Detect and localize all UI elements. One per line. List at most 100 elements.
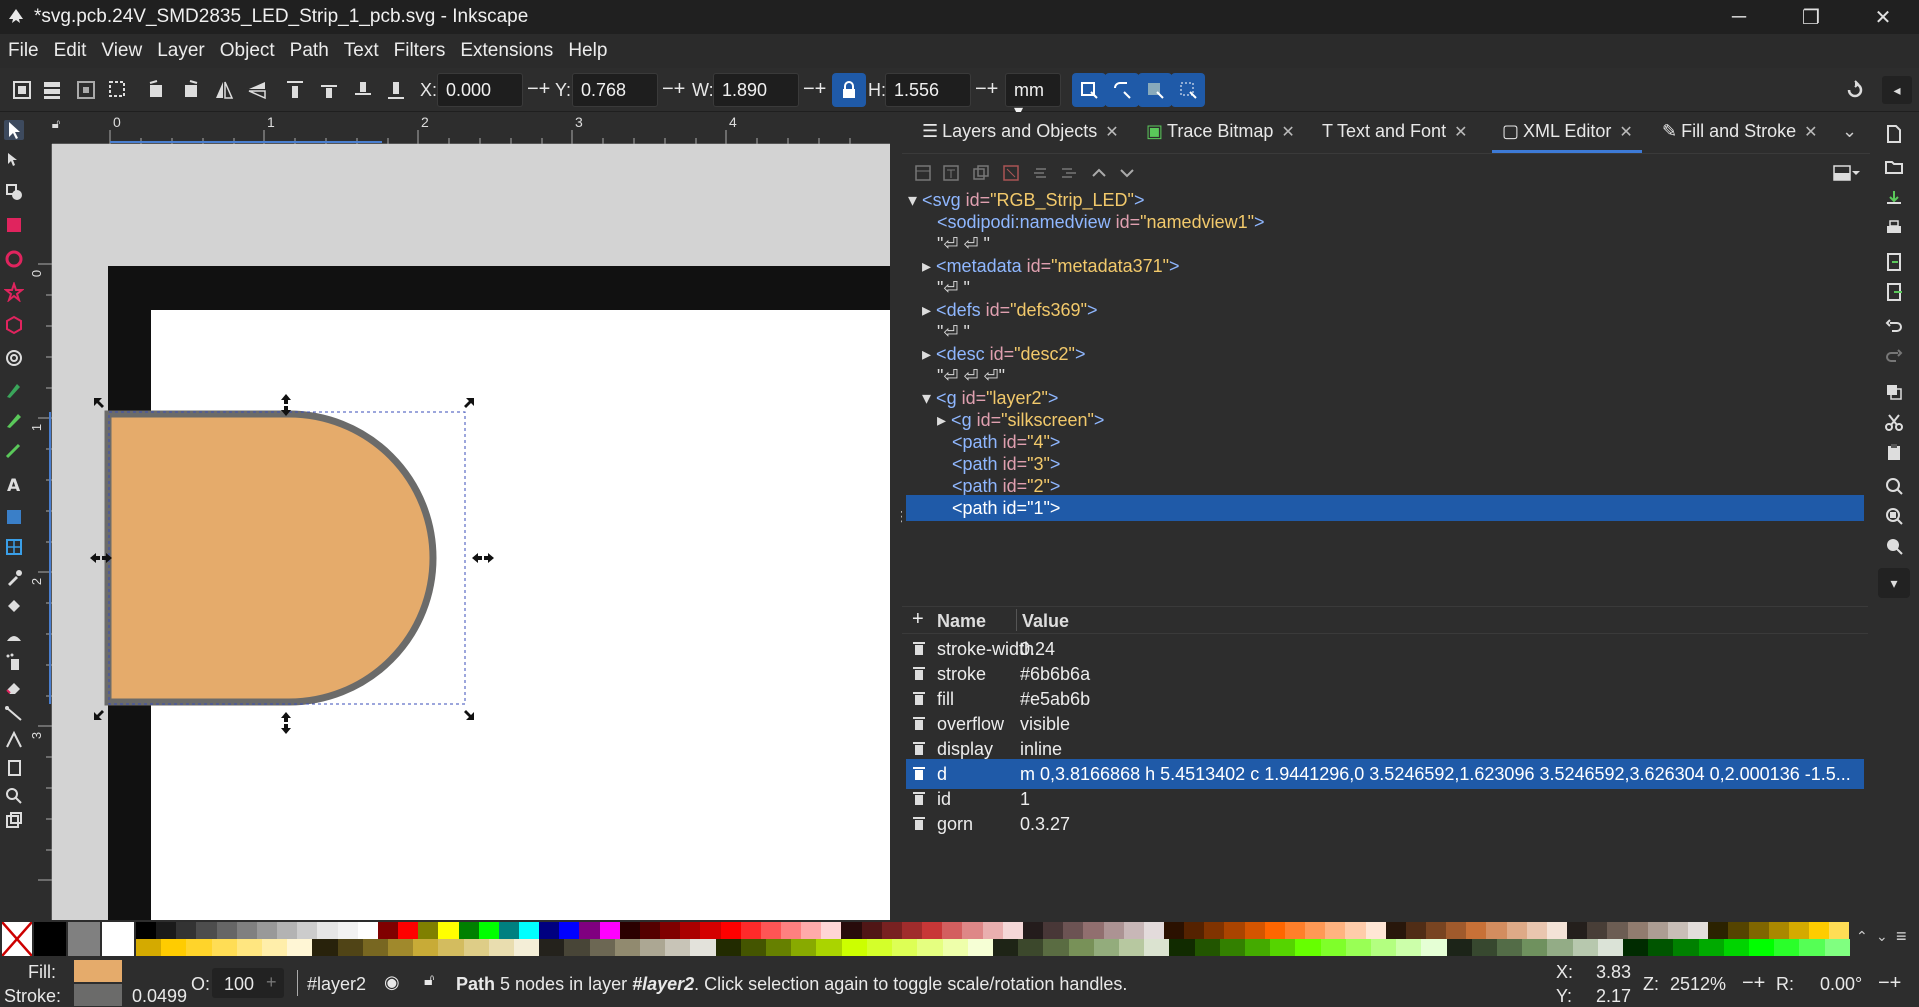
selected-pad-shape[interactable] — [52, 144, 890, 920]
palette-swatch[interactable] — [186, 939, 212, 956]
palette-swatch[interactable] — [438, 939, 464, 956]
palette-swatch[interactable] — [1219, 939, 1245, 956]
palette-swatch[interactable] — [1224, 922, 1245, 939]
palette-swatch[interactable] — [1270, 939, 1296, 956]
palette-swatch[interactable] — [1018, 939, 1044, 956]
tree-node-defs[interactable]: ▸ <defs id="defs369"> — [922, 300, 1097, 321]
stroke-indicator-swatch[interactable] — [74, 984, 122, 1006]
palette-swatch[interactable] — [1788, 922, 1809, 939]
palette-swatch[interactable] — [639, 922, 661, 939]
delete-attribute-icon[interactable] — [912, 665, 926, 681]
close-tab-icon[interactable]: ✕ — [1105, 122, 1118, 142]
palette-swatch[interactable] — [297, 922, 318, 939]
attribute-value[interactable]: m 0,3.8166868 h 5.4513402 c 1.9441296,0 … — [1020, 764, 1856, 785]
canvas-lock-icon[interactable]: 🔓︎ — [42, 110, 70, 138]
palette-swatch[interactable] — [539, 922, 560, 939]
palette-swatch[interactable] — [498, 922, 519, 939]
import-icon[interactable] — [1884, 252, 1904, 272]
zoom-drawing-icon[interactable] — [1884, 506, 1904, 526]
palette-swatch[interactable] — [1345, 939, 1371, 956]
palette-swatch[interactable] — [1466, 922, 1487, 939]
tree-node-path-4[interactable]: <path id="4"> — [952, 432, 1060, 453]
y-stepper[interactable]: −+ — [662, 78, 685, 101]
expand-arrow-icon[interactable]: ▸ — [922, 256, 936, 276]
select-all-layers-icon[interactable] — [40, 78, 64, 102]
palette-swatch[interactable] — [1370, 939, 1397, 956]
layer-lock-icon[interactable]: 🔓︎ — [424, 972, 434, 990]
zoom-value[interactable]: 2512% — [1670, 974, 1726, 995]
new-text-node-icon[interactable] — [942, 164, 960, 182]
palette-swatch[interactable] — [1405, 922, 1426, 939]
palette-swatch[interactable] — [881, 922, 902, 939]
delete-attribute-icon[interactable] — [912, 690, 926, 706]
palette-swatch[interactable] — [418, 922, 439, 939]
menu-filters[interactable]: Filters — [394, 40, 446, 62]
export-icon[interactable] — [1884, 282, 1904, 302]
palette-swatch[interactable] — [1103, 922, 1124, 939]
horizontal-ruler[interactable]: 🔓︎ 0 1 2 3 4 — [52, 112, 890, 144]
tweak-tool-icon[interactable] — [4, 626, 24, 646]
palette-scroll-down-icon[interactable]: ⌄ — [1876, 928, 1888, 945]
zoom-selection-icon[interactable] — [1884, 476, 1904, 496]
palette-swatch[interactable] — [579, 922, 600, 939]
palette-swatch[interactable] — [861, 922, 882, 939]
layout-menu-icon[interactable] — [1832, 164, 1860, 182]
palette-swatch[interactable] — [660, 922, 681, 939]
palette-swatch[interactable] — [866, 939, 893, 956]
selector-tool-icon[interactable] — [4, 120, 24, 140]
tab-text-font[interactable]: T Text and Font ✕ — [1322, 121, 1467, 142]
palette-swatch[interactable] — [1446, 939, 1472, 956]
palette-swatch[interactable] — [1063, 922, 1084, 939]
tree-node-svg[interactable]: ▾ <svg id="RGB_Strip_LED"> — [908, 190, 1144, 211]
tree-node-path-3[interactable]: <path id="3"> — [952, 454, 1060, 475]
palette-swatch[interactable] — [1043, 939, 1069, 956]
palette-swatch[interactable] — [841, 922, 862, 939]
snap-toggle-icon[interactable] — [1843, 78, 1867, 102]
palette-swatch[interactable] — [1320, 939, 1346, 956]
palette-swatch[interactable] — [1587, 922, 1608, 939]
delete-attribute-icon[interactable] — [912, 740, 926, 756]
palette-swatch[interactable] — [1728, 922, 1749, 939]
palette-swatch[interactable] — [211, 939, 237, 956]
palette-swatch[interactable] — [1471, 939, 1497, 956]
palette-swatch[interactable] — [1068, 939, 1094, 956]
delete-attribute-icon[interactable] — [912, 715, 926, 731]
gradient-tool-icon[interactable] — [4, 507, 24, 527]
palette-swatch[interactable] — [1002, 922, 1023, 939]
palette-swatch[interactable] — [715, 939, 741, 956]
palette-swatch[interactable] — [766, 939, 792, 956]
palette-swatch[interactable] — [156, 922, 177, 939]
zoom-tool-icon[interactable] — [4, 786, 24, 806]
menu-file[interactable]: File — [8, 40, 39, 62]
mesh-tool-icon[interactable] — [4, 537, 24, 557]
current-layer-selector[interactable]: #layer2 — [307, 974, 366, 995]
palette-swatch[interactable] — [236, 939, 263, 956]
rotate-cw-icon[interactable] — [178, 78, 202, 102]
palette-swatch[interactable] — [640, 939, 666, 956]
lower-to-bottom-icon[interactable] — [384, 78, 408, 102]
palette-swatch[interactable] — [1547, 939, 1573, 956]
zoom-page-icon[interactable] — [1884, 536, 1904, 556]
palette-swatch[interactable] — [1345, 922, 1366, 939]
palette-swatch[interactable] — [1829, 922, 1850, 939]
palette-swatch[interactable] — [1163, 922, 1185, 939]
palette-swatch[interactable] — [196, 922, 217, 939]
w-stepper[interactable]: −+ — [803, 78, 826, 101]
copy-icon[interactable] — [1884, 382, 1904, 402]
palette-swatch[interactable] — [1144, 939, 1170, 956]
palette-swatch[interactable] — [1808, 922, 1830, 939]
palette-swatch[interactable] — [1627, 922, 1648, 939]
lower-node-icon[interactable] — [1118, 164, 1136, 182]
save-icon[interactable] — [1884, 188, 1904, 208]
palette-swatch[interactable] — [136, 922, 157, 939]
raise-to-top-icon[interactable] — [283, 78, 307, 102]
palette-swatch[interactable] — [1667, 922, 1689, 939]
tree-node-desc[interactable]: ▸ <desc id="desc2"> — [922, 344, 1085, 365]
expand-arrow-icon[interactable]: ▸ — [922, 300, 936, 320]
lower-icon[interactable] — [351, 78, 375, 102]
palette-swatch[interactable] — [438, 922, 459, 939]
pages-tool-icon[interactable] — [4, 758, 24, 778]
palette-swatch[interactable] — [1426, 922, 1447, 939]
palette-swatch[interactable] — [518, 922, 540, 939]
select-all-icon[interactable] — [10, 78, 34, 102]
